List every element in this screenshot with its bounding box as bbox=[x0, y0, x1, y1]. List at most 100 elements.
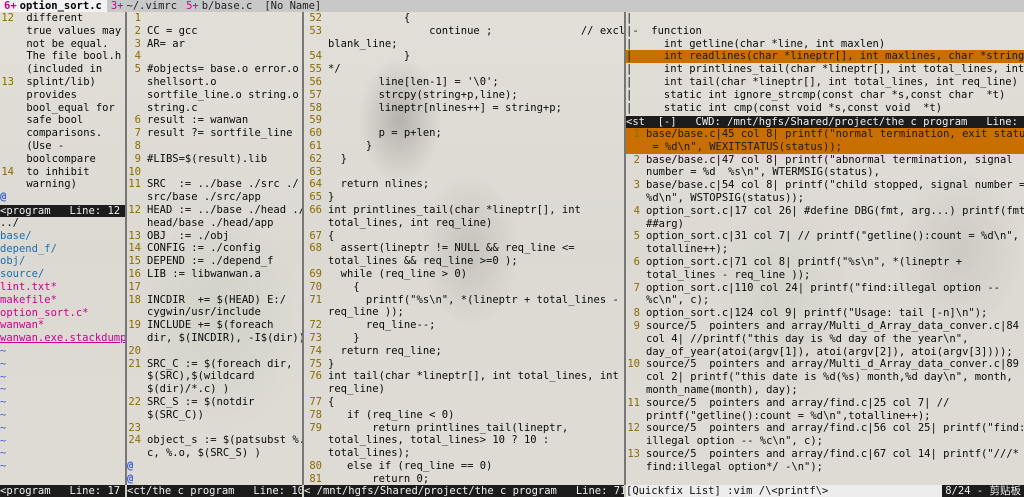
code-line[interactable]: 72 req_line--; bbox=[304, 319, 624, 332]
file-tree-dir[interactable]: depend_f/ bbox=[0, 243, 125, 256]
quickfix-line[interactable]: 3 base/base.c|54 col 8| printf("child sto… bbox=[626, 179, 1024, 192]
pane-doc[interactable]: 12 different true values may not be equa… bbox=[0, 12, 125, 205]
code-line[interactable]: 81 return 0; bbox=[304, 473, 624, 485]
quickfix-line[interactable]: number = %d %s\n", WTERMSIG(status), bbox=[626, 166, 1024, 179]
taglist-line[interactable]: | int printlines_tail(char *lineptr[], i… bbox=[626, 63, 1024, 76]
doc-line[interactable]: safe bool bbox=[0, 114, 125, 127]
code-line[interactable]: 79 return printlines_tail(lineptr, bbox=[304, 422, 624, 435]
file-tree-file[interactable]: makefile* bbox=[0, 294, 125, 307]
makefile-line[interactable]: $(dir)/*.c) ) bbox=[127, 383, 302, 396]
makefile-line[interactable]: sortfile_line.o string.o bbox=[127, 89, 302, 102]
doc-line[interactable]: true values may bbox=[0, 25, 125, 38]
doc-line[interactable]: (Use - bbox=[0, 140, 125, 153]
code-line[interactable]: 78 if (req_line < 0) bbox=[304, 409, 624, 422]
quickfix-line[interactable]: col 4| //printf("this day is %d day of t… bbox=[626, 333, 1024, 346]
makefile-line[interactable]: 7 result ?= sortfile_line bbox=[127, 127, 302, 140]
taglist-line[interactable]: | int tail(char *lineptr[], int total_li… bbox=[626, 76, 1024, 89]
quickfix-line[interactable]: %c\n", c); bbox=[626, 294, 1024, 307]
makefile-line[interactable]: dir, $(INCDIR), -I$(dir)) bbox=[127, 332, 302, 345]
code-line[interactable]: 59 bbox=[304, 114, 624, 127]
file-tree-dir[interactable]: source/ bbox=[0, 268, 125, 281]
quickfix-line[interactable]: 1 base/base.c|45 col 8| printf("normal te… bbox=[626, 128, 1024, 141]
makefile-line[interactable]: 15 DEPEND := ./depend_f bbox=[127, 255, 302, 268]
code-line[interactable]: 63 bbox=[304, 166, 624, 179]
quickfix-line[interactable]: find:illegal option*/ -\n"); bbox=[626, 461, 1024, 474]
quickfix-line[interactable]: day_of_year(atoi(argv[1]), atoi(argv[2])… bbox=[626, 346, 1024, 359]
makefile-line[interactable]: 22 SRC_S := $(notdir bbox=[127, 396, 302, 409]
code-line[interactable]: 58 lineptr[nlines++] = string+p; bbox=[304, 102, 624, 115]
makefile-line[interactable]: 11 SRC := ../base ./src ./ bbox=[127, 178, 302, 191]
code-line[interactable]: 53 continue ; // exclude bbox=[304, 25, 624, 38]
doc-line[interactable]: comparisons. bbox=[0, 127, 125, 140]
code-line[interactable]: 55 */ bbox=[304, 63, 624, 76]
quickfix-line[interactable]: = %d\n", WEXITSTATUS(status)); bbox=[626, 140, 1024, 154]
makefile-line[interactable]: 24 object_s := $(patsubst %. bbox=[127, 434, 302, 447]
code-line[interactable]: 71 printf("%s\n", *(lineptr + total_line… bbox=[304, 294, 624, 307]
quickfix-line[interactable]: illegal option -- %c\n", c); bbox=[626, 435, 1024, 448]
tab-1[interactable]: 3+ ~/.vimrc bbox=[107, 0, 182, 12]
code-line[interactable]: 75} bbox=[304, 358, 624, 371]
taglist-line[interactable]: | static int cmp(const void *s,const voi… bbox=[626, 102, 1024, 115]
makefile-line[interactable]: 8 bbox=[127, 140, 302, 153]
file-tree-file[interactable]: lint.txt* bbox=[0, 281, 125, 294]
makefile-line[interactable]: 21 SRC_C := $(foreach dir, bbox=[127, 358, 302, 371]
doc-line[interactable]: boolcompare bbox=[0, 153, 125, 166]
doc-line[interactable]: 12 different bbox=[0, 12, 125, 25]
makefile-line[interactable]: 12 HEAD := ../base ./head ./ bbox=[127, 204, 302, 217]
quickfix-line[interactable]: 5 option_sort.c|31 col 7| // printf("getl… bbox=[626, 230, 1024, 243]
taglist-line[interactable]: | static int ignore_strcmp(const char *s… bbox=[626, 89, 1024, 102]
tab-2[interactable]: 5+ b/base.c bbox=[182, 0, 257, 12]
code-line[interactable]: 56 line[len-1] = '\0'; bbox=[304, 76, 624, 89]
quickfix-line[interactable]: col 2| printf("this date is %d(%s) month… bbox=[626, 371, 1024, 384]
quickfix-line[interactable]: 12 source/5 pointers and array/find.c|56 … bbox=[626, 422, 1024, 435]
makefile-line[interactable]: 19 INCLUDE += $(foreach bbox=[127, 319, 302, 332]
quickfix-line[interactable]: 2 base/base.c|47 col 8| printf("abnormal … bbox=[626, 154, 1024, 167]
code-line[interactable]: 61 } bbox=[304, 140, 624, 153]
makefile-line[interactable]: 4 bbox=[127, 50, 302, 63]
quickfix-line[interactable]: printf("getline():count = %d\n",totallin… bbox=[626, 410, 1024, 423]
makefile-line[interactable]: 9 #LIBS=$(result).lib bbox=[127, 153, 302, 166]
makefile-line[interactable]: c, %.o, $(SRC_S) ) bbox=[127, 447, 302, 460]
code-line[interactable]: 62 } bbox=[304, 153, 624, 166]
quickfix-line[interactable]: 9 source/5 pointers and array/Multi_d_Arr… bbox=[626, 320, 1024, 333]
taglist-line[interactable]: | int readlines(char *lineptr[], int max… bbox=[626, 50, 1024, 64]
code-line[interactable]: req_line) bbox=[304, 383, 624, 396]
quickfix-line[interactable]: 8 option_sort.c|124 col 9| printf("Usage:… bbox=[626, 307, 1024, 320]
makefile-line[interactable]: string.c bbox=[127, 102, 302, 115]
file-tree-file[interactable]: wanwan* bbox=[0, 319, 125, 332]
code-line[interactable]: 80 else if (req_line == 0) bbox=[304, 460, 624, 473]
makefile-line[interactable]: 20 bbox=[127, 345, 302, 358]
quickfix-line[interactable]: 7 option_sort.c|110 col 24| printf("find:… bbox=[626, 282, 1024, 295]
code-line[interactable]: 60 p = p+len; bbox=[304, 127, 624, 140]
file-tree-dir[interactable]: base/ bbox=[0, 230, 125, 243]
code-line[interactable]: blank_line; bbox=[304, 38, 624, 51]
code-line[interactable]: req_line )); bbox=[304, 306, 624, 319]
makefile-line[interactable]: 5 #objects= base.o error.o bbox=[127, 63, 302, 76]
pane-code[interactable]: 52 {53 continue ; // exclude blank_line; 5… bbox=[304, 12, 624, 485]
makefile-line[interactable]: 14 CONFIG := ./config bbox=[127, 242, 302, 255]
doc-line[interactable]: The file bool.h bbox=[0, 50, 125, 63]
code-line[interactable]: total_lines, int req_line) bbox=[304, 217, 624, 230]
doc-line[interactable]: warning) bbox=[0, 178, 125, 191]
quickfix-line[interactable]: total_lines - req_line )); bbox=[626, 269, 1024, 282]
code-line[interactable]: 52 { bbox=[304, 12, 624, 25]
makefile-line[interactable]: 17 bbox=[127, 281, 302, 294]
quickfix-line[interactable]: month_name(month), day); bbox=[626, 384, 1024, 397]
makefile-line[interactable]: shellsort.o bbox=[127, 76, 302, 89]
code-line[interactable]: 64 return nlines; bbox=[304, 178, 624, 191]
makefile-line[interactable]: 2 CC = gcc bbox=[127, 25, 302, 38]
file-tree-file[interactable]: wanwan.exe.stackdump bbox=[0, 332, 125, 345]
quickfix-line[interactable]: 10 source/5 pointers and array/Multi_d_Ar… bbox=[626, 358, 1024, 371]
pane-quickfix[interactable]: 1 base/base.c|45 col 8| printf("normal te… bbox=[626, 128, 1024, 485]
makefile-line[interactable]: 6 result := wanwan bbox=[127, 114, 302, 127]
makefile-line[interactable]: 1 bbox=[127, 12, 302, 25]
quickfix-line[interactable]: 13 source/5 pointers and array/find.c|67 … bbox=[626, 448, 1024, 461]
quickfix-line[interactable]: 6 option_sort.c|71 col 8| printf("%s\n", … bbox=[626, 256, 1024, 269]
makefile-line[interactable]: 18 INCDIR += $(HEAD) E:/ bbox=[127, 294, 302, 307]
makefile-line[interactable]: src/base ./src/app bbox=[127, 191, 302, 204]
taglist-line[interactable]: | int getline(char *line, int maxlen) bbox=[626, 38, 1024, 51]
code-line[interactable]: 66 int printlines_tail(char *lineptr[], i… bbox=[304, 204, 624, 217]
code-line[interactable]: total_lines); bbox=[304, 447, 624, 460]
pane-makefile[interactable]: 1 2 CC = gcc 3 AR= ar 4 5 #objects= base.o erro… bbox=[127, 12, 302, 485]
file-tree-dir[interactable]: obj/ bbox=[0, 255, 125, 268]
